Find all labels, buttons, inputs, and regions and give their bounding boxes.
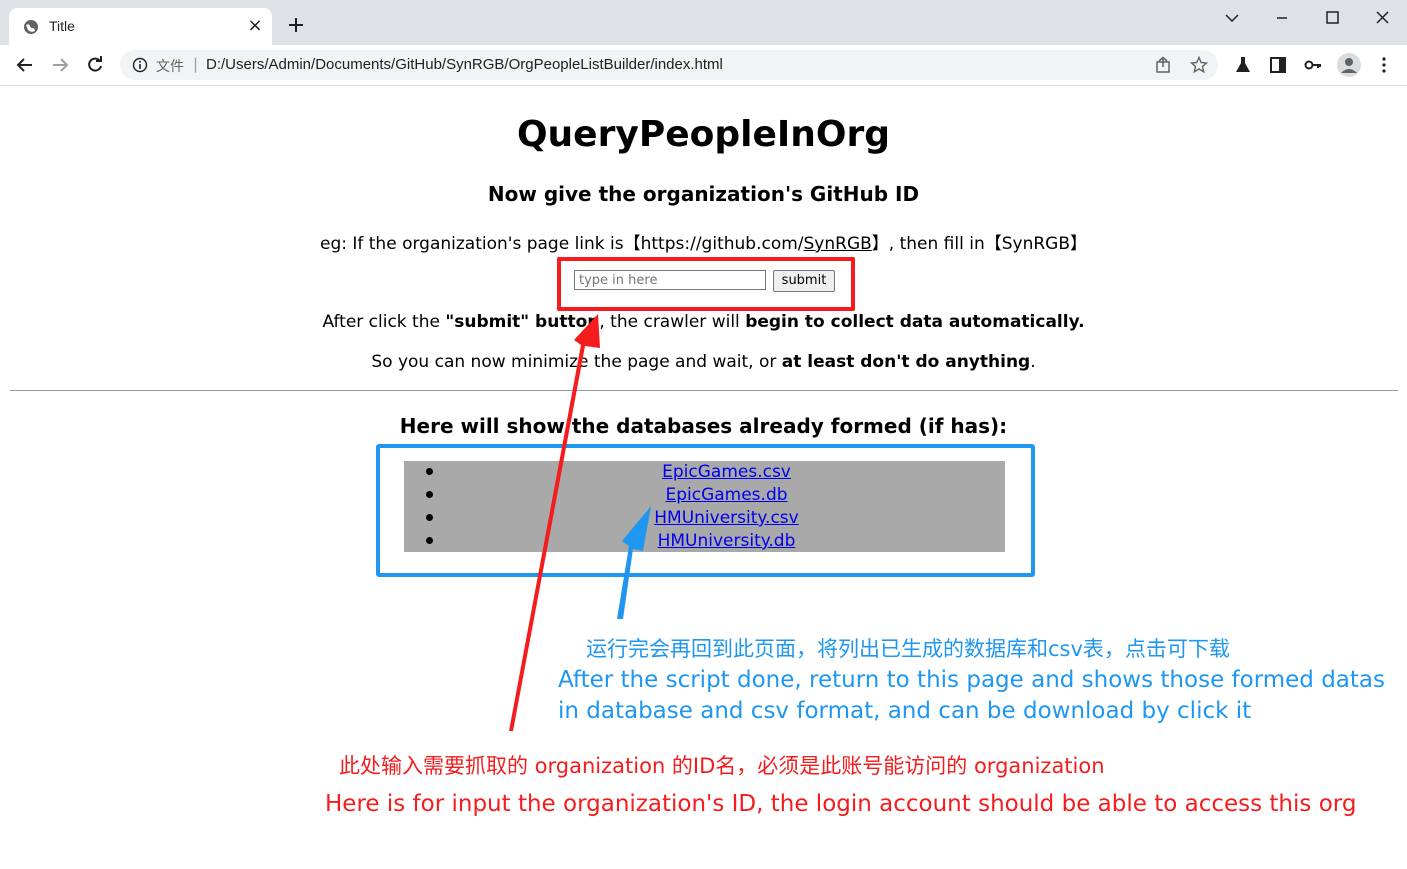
blue-annotation-en-2: in database and csv format, and can be d… [558,698,1252,724]
globe-icon [24,20,38,34]
reload-icon[interactable] [85,55,105,75]
labs-flask-icon[interactable] [1233,55,1253,75]
example-text: eg: If the organization's page link is【h… [0,229,1407,254]
password-key-icon[interactable] [1303,55,1323,75]
address-bar[interactable]: 文件 | D:/Users/Admin/Documents/GitHub/Syn… [120,50,1218,80]
browser-toolbar: 文件 | D:/Users/Admin/Documents/GitHub/Syn… [0,45,1407,86]
tab-strip: Title × [0,0,1407,45]
tab-search-chevron-icon[interactable] [1220,8,1244,28]
page-subtitle: Now give the organization's GitHub ID [487,182,920,206]
minimize-a: So you can now minimize the page and wai… [371,352,782,372]
tab-close-icon[interactable]: × [246,17,264,35]
scheme-separator: | [193,55,199,73]
after-click-b: "submit" button [445,312,600,332]
side-panel-icon[interactable] [1268,55,1288,75]
after-click-a: After click the [322,312,446,332]
forward-arrow-icon[interactable] [50,55,70,75]
person-icon [1341,58,1357,73]
minimize-c: . [1030,352,1036,372]
after-click-text: After click the "submit" button, the cra… [0,312,1407,332]
info-icon[interactable] [132,57,148,73]
divider [10,390,1398,391]
back-arrow-icon[interactable] [15,55,35,75]
after-click-d: begin to collect data automatically. [745,312,1085,332]
browser-tab[interactable]: Title × [9,8,272,45]
blue-annotation-zh: 运行完会再回到此页面，将列出已生成的数据库和csv表，点击可下载 [586,637,1230,661]
window-close-icon[interactable] [1370,8,1394,28]
more-menu-icon[interactable] [1374,55,1394,75]
after-click-c: , the crawler will [599,312,746,332]
example-prefix: eg: If the organization's page link is【h… [319,234,804,254]
profile-avatar-icon[interactable] [1337,53,1361,77]
minimize-icon[interactable] [1270,8,1294,28]
example-suffix: 】, then fill in【SynRGB】 [871,234,1088,254]
input-highlight-box [557,257,855,311]
minimize-b: at least don't do anything [781,352,1031,372]
page-title: QueryPeopleInOrg [516,114,891,155]
maximize-icon[interactable] [1320,8,1344,28]
databases-heading: Here will show the databases already for… [399,414,1008,438]
page-content: QueryPeopleInOrg Now give the organizati… [0,86,1407,869]
share-icon[interactable] [1154,56,1172,74]
red-annotation-en: Here is for input the organization's ID,… [325,791,1357,817]
blue-annotation-en-1: After the script done, return to this pa… [558,667,1386,693]
minimize-text: So you can now minimize the page and wai… [0,352,1407,372]
new-tab-icon[interactable] [285,14,307,36]
red-annotation-zh: 此处输入需要抓取的 organization 的ID名，必须是此账号能访问的 o… [339,754,1105,778]
tab-title: Title [49,18,75,34]
database-highlight-box [376,444,1035,577]
bookmark-star-icon[interactable] [1190,56,1208,74]
url-text[interactable]: D:/Users/Admin/Documents/GitHub/SynRGB/O… [206,56,723,73]
scheme-label: 文件 [156,59,184,75]
example-org-link: SynRGB [803,234,872,254]
